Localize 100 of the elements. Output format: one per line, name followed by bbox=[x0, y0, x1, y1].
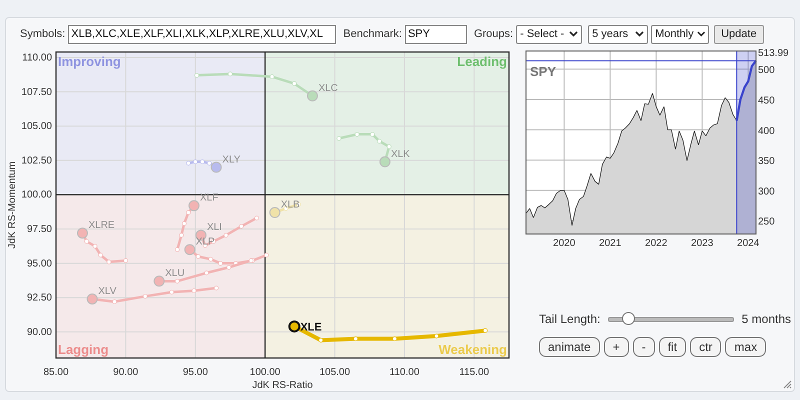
point bbox=[292, 81, 297, 86]
year-tick-label: 2021 bbox=[599, 238, 622, 249]
point bbox=[354, 132, 360, 137]
symbols-label: Symbols: bbox=[20, 28, 66, 40]
axis-tick-label: 100.00 bbox=[250, 367, 280, 378]
rotation-tail[interactable] bbox=[288, 320, 488, 342]
axis-tick-label: 115.00 bbox=[459, 367, 490, 378]
point bbox=[224, 232, 228, 238]
axis-tick-label: 90.00 bbox=[113, 367, 138, 378]
caret-icon bbox=[696, 31, 706, 37]
axis-tick-label: 102.50 bbox=[21, 155, 52, 166]
point bbox=[270, 74, 274, 79]
symbol-label: XLU bbox=[165, 268, 185, 280]
symbol-label: XLRE bbox=[88, 220, 115, 232]
quadrant-label: Weakening bbox=[438, 342, 507, 357]
tail-length-label: Tail Length: bbox=[539, 312, 600, 326]
update-button[interactable]: Update bbox=[714, 24, 764, 44]
year-tick-label: 2023 bbox=[691, 238, 714, 249]
year-tick-label: 2020 bbox=[553, 238, 576, 249]
point bbox=[193, 159, 198, 164]
maximize-button[interactable]: max bbox=[725, 337, 766, 357]
y-axis-title: JdK RS-Momentum bbox=[7, 161, 18, 249]
point bbox=[239, 224, 244, 229]
groups-label: Groups: bbox=[474, 28, 514, 40]
point bbox=[204, 270, 209, 276]
price-tick-label: 500 bbox=[758, 65, 775, 76]
symbol-label: XLI bbox=[206, 222, 222, 234]
center-button[interactable]: ctr bbox=[690, 337, 722, 357]
quadrant-label: Improving bbox=[58, 54, 121, 69]
tail-length-value: 5 months bbox=[742, 312, 791, 326]
price-tick-label: 400 bbox=[758, 126, 775, 137]
point bbox=[142, 294, 148, 299]
point bbox=[123, 258, 128, 263]
axis-tick-label: 95.00 bbox=[26, 258, 52, 270]
axis-tick-label: 92.50 bbox=[26, 292, 52, 304]
zoom-in-button[interactable]: + bbox=[604, 337, 629, 357]
caret-icon bbox=[635, 31, 644, 37]
price-tick-label: 450 bbox=[758, 95, 775, 106]
point bbox=[194, 73, 200, 78]
point bbox=[179, 232, 184, 238]
quadrant-label: Lagging bbox=[58, 342, 109, 357]
price-tick-label: 300 bbox=[758, 186, 775, 198]
point bbox=[182, 221, 187, 226]
point bbox=[386, 144, 392, 149]
point bbox=[483, 328, 488, 333]
chart-title: SPY bbox=[530, 64, 556, 79]
point bbox=[228, 72, 233, 76]
point bbox=[174, 278, 180, 284]
animate-button[interactable]: animate bbox=[539, 337, 600, 357]
symbol-label: XLY bbox=[222, 154, 240, 166]
slider-thumb[interactable] bbox=[622, 312, 636, 325]
point bbox=[92, 244, 98, 248]
point bbox=[192, 288, 196, 294]
point bbox=[214, 286, 219, 290]
symbol-label: XLK bbox=[390, 148, 410, 160]
axis-tick-label: 85.00 bbox=[43, 367, 69, 378]
fit-button[interactable]: fit bbox=[658, 337, 686, 357]
point bbox=[98, 252, 103, 258]
last-price-label: 513.99 bbox=[758, 48, 789, 59]
axis-tick-label: 110.00 bbox=[22, 52, 52, 64]
tail-price-line bbox=[736, 60, 757, 121]
axis-tick-label: 97.50 bbox=[26, 224, 52, 236]
point bbox=[336, 136, 342, 141]
symbol-label: XLC bbox=[318, 82, 338, 94]
point bbox=[186, 210, 191, 215]
axis-tick-label: 105.00 bbox=[21, 121, 52, 132]
point bbox=[112, 299, 117, 304]
point bbox=[174, 247, 180, 252]
year-tick-label: 2022 bbox=[645, 238, 668, 249]
symbols-field[interactable]: XLB,XLC,XLE,XLF,XLI,XLK,XLP,XLRE,XLU,XLV,XL bbox=[68, 24, 336, 44]
axis-tick-label: 105.00 bbox=[319, 367, 350, 378]
point bbox=[254, 216, 260, 220]
x-axis-title: JdK RS-Ratio bbox=[252, 380, 313, 391]
point bbox=[169, 290, 174, 294]
symbol-label: XLF bbox=[200, 192, 218, 204]
resize-grip-icon[interactable] bbox=[782, 379, 792, 389]
tail-length-slider[interactable] bbox=[608, 312, 734, 326]
interval-dropdown[interactable]: Monthly bbox=[651, 24, 710, 44]
zoom-out-button[interactable]: - bbox=[632, 337, 655, 357]
axis-tick-label: 110.00 bbox=[390, 367, 420, 378]
quadrant-label: Leading bbox=[457, 54, 507, 69]
point bbox=[208, 256, 214, 262]
point bbox=[218, 261, 223, 266]
point bbox=[318, 338, 324, 342]
point bbox=[264, 252, 269, 258]
period-dropdown[interactable]: 5 years bbox=[588, 24, 648, 44]
point bbox=[377, 138, 382, 144]
point bbox=[434, 334, 439, 338]
axis-tick-label: 107.50 bbox=[21, 86, 52, 98]
symbol-label: XLE bbox=[300, 321, 322, 334]
point bbox=[196, 254, 200, 259]
symbol-label: XLV bbox=[98, 286, 116, 297]
benchmark-field[interactable]: SPY bbox=[404, 24, 467, 44]
groups-dropdown[interactable]: - Select - bbox=[516, 24, 582, 44]
price-tick-label: 250 bbox=[758, 216, 775, 228]
point bbox=[353, 336, 358, 342]
year-tick-label: 2024 bbox=[737, 238, 760, 249]
point bbox=[370, 132, 375, 137]
point bbox=[84, 239, 89, 244]
price-tick-label: 350 bbox=[758, 156, 775, 168]
